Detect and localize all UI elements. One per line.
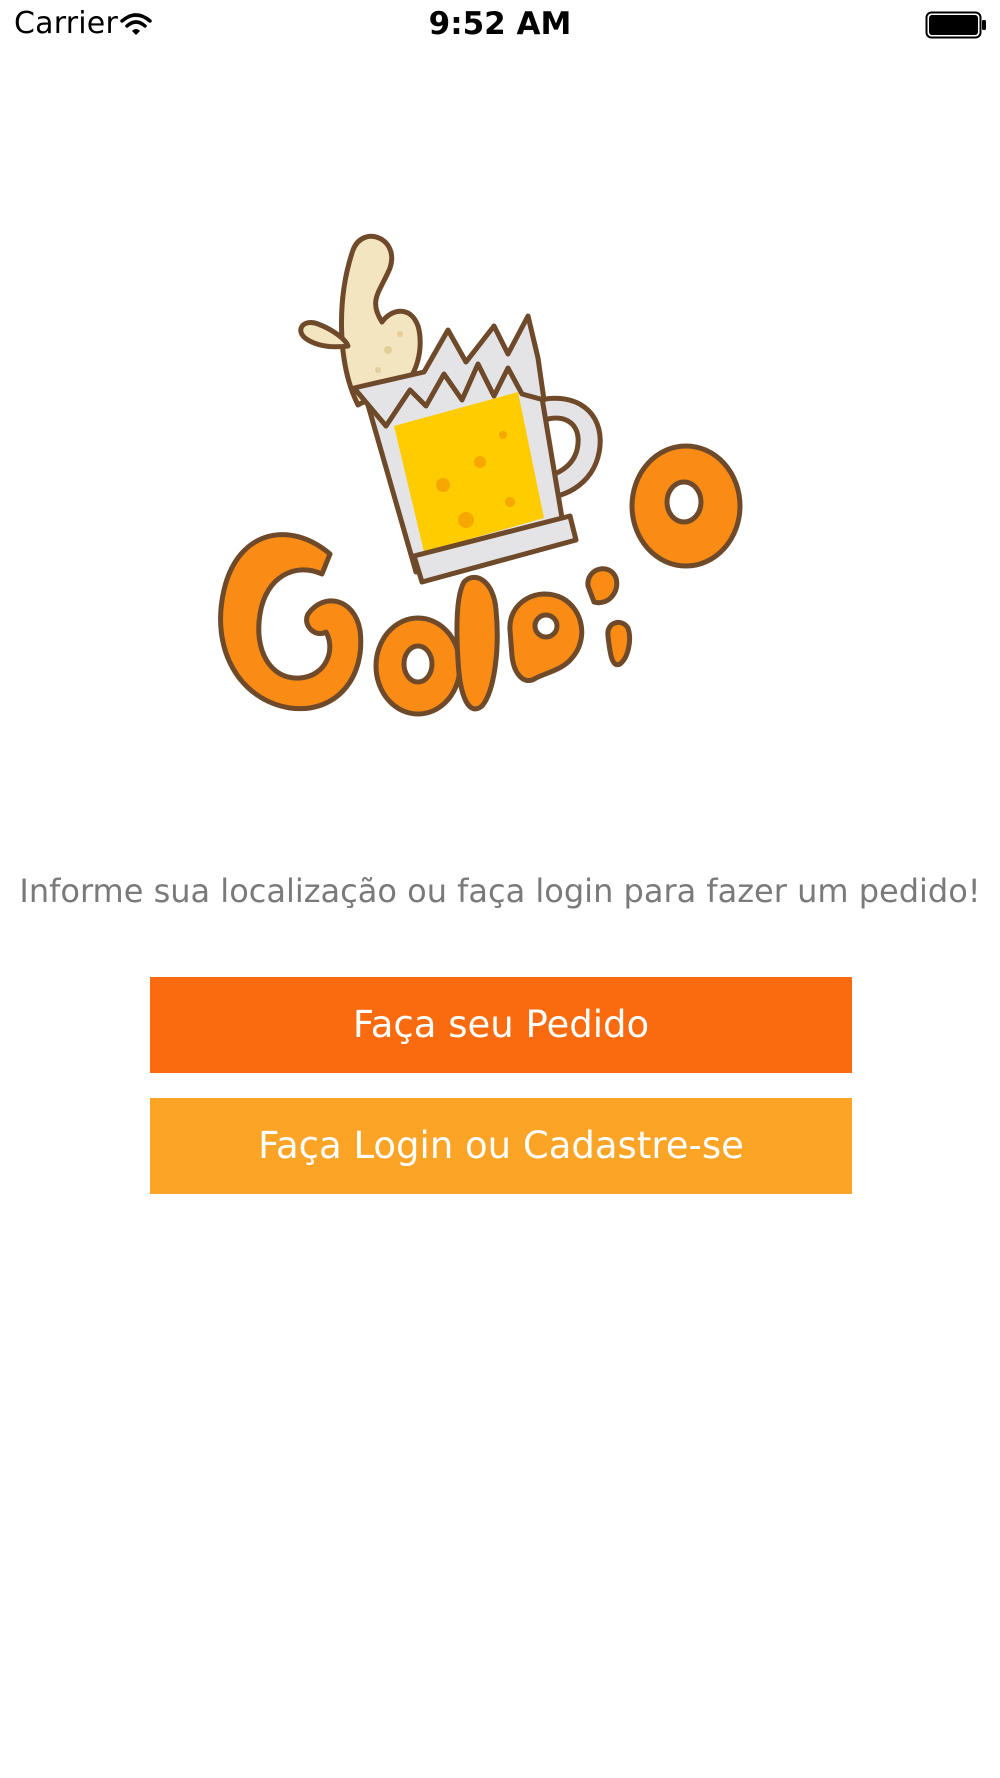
order-button[interactable]: Faça seu Pedido	[150, 977, 852, 1073]
beer-mug-logo	[218, 233, 743, 717]
clock: 9:52 AM	[428, 6, 572, 42]
status-bar: Carrier 9:52 AM	[0, 0, 1000, 50]
login-signup-button[interactable]: Faça Login ou Cadastre-se	[150, 1098, 852, 1194]
instruction-text: Informe sua localização ou faça login pa…	[19, 872, 981, 910]
battery-icon	[925, 11, 986, 39]
